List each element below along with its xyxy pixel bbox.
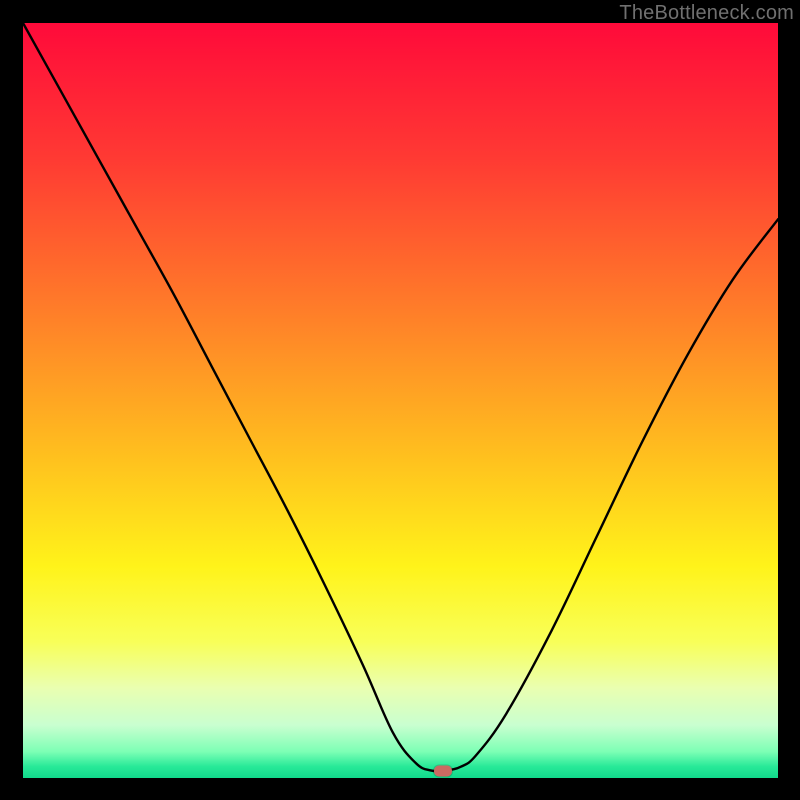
- plot-area: [23, 23, 778, 778]
- chart-frame: TheBottleneck.com: [0, 0, 800, 800]
- bottleneck-chart: [23, 23, 778, 778]
- optimum-marker-icon: [434, 766, 452, 777]
- watermark-text: TheBottleneck.com: [619, 2, 794, 25]
- gradient-background: [23, 23, 778, 778]
